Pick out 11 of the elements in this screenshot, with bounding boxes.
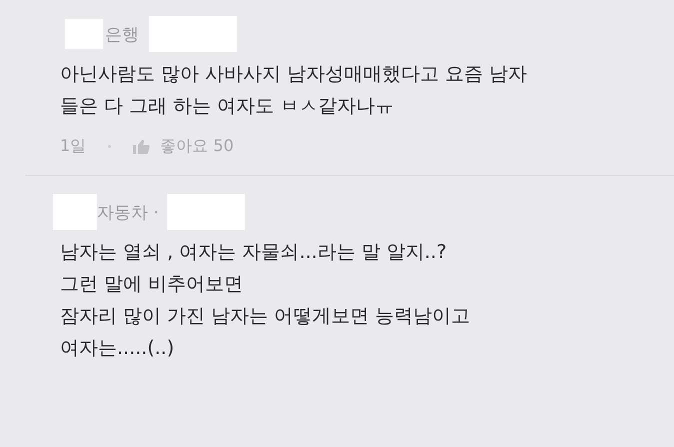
- author-name[interactable]: 은행: [105, 22, 139, 46]
- comment-text: 잠자리 많이 가진 남자는 어떻게보면 능력남이고: [60, 304, 472, 329]
- comment-text: 그런 말에 비추어보면: [60, 272, 244, 297]
- comment-text: 아닌사람도 많아 사바사지 남자성매매했다고 요즘 남자: [60, 62, 528, 87]
- author-name[interactable]: 자동차 ·: [97, 200, 159, 224]
- thumbs-up-icon[interactable]: [133, 139, 150, 154]
- like-count[interactable]: 좋아요 50: [160, 136, 234, 157]
- comment-time: 1일: [60, 136, 86, 157]
- comment-text: 남자는 열쇠 , 여자는 자물쇠...라는 말 알지..?: [60, 240, 448, 265]
- comment-text: 들은 다 그래 하는 여자도 ㅂㅅ같자나ㅠ: [60, 94, 396, 119]
- comment-text: 여자는.....(..): [60, 336, 176, 361]
